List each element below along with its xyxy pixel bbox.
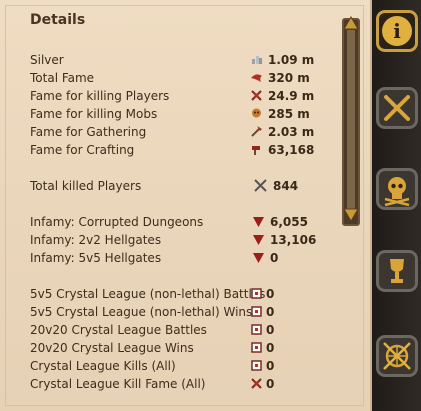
- stat-label: Crystal League Kills (All): [30, 359, 176, 373]
- stat-row-20v20-battles: 20v20 Crystal League Battles 0: [30, 321, 330, 339]
- stat-row-silver: Silver 1.09 m: [30, 51, 330, 69]
- infamy-icon: [253, 217, 264, 227]
- stat-value: 0: [266, 359, 275, 373]
- stat-label: 20v20 Crystal League Wins: [30, 341, 194, 355]
- stat-value: 844: [273, 179, 299, 193]
- stat-label: Fame for killing Mobs: [30, 107, 158, 121]
- infamy-icon: [253, 235, 264, 245]
- stat-value: 63,168: [268, 143, 315, 157]
- stat-value: 1.09 m: [268, 53, 315, 67]
- stat-value: 24.9 m: [268, 89, 315, 103]
- stat-row-killed-players: Total killed Players 844: [30, 177, 330, 195]
- tab-achievements[interactable]: [376, 250, 418, 292]
- crystal-league-icon: [251, 342, 262, 353]
- skull-icon: [384, 177, 410, 207]
- stat-label: Infamy: Corrupted Dungeons: [30, 215, 204, 229]
- stat-label: Fame for Gathering: [30, 125, 147, 139]
- fame-icon: [251, 74, 262, 82]
- stat-label: 5v5 Crystal League (non-lethal) Wins: [30, 305, 253, 319]
- crossed-swords-icon: [384, 95, 410, 121]
- stat-label: Infamy: 2v2 Hellgates: [30, 233, 162, 247]
- crystal-league-icon: [251, 288, 262, 299]
- stat-row-20v20-wins: 20v20 Crystal League Wins 0: [30, 339, 330, 357]
- stat-label: Total Fame: [30, 71, 95, 85]
- stat-row-5v5-battles: 5v5 Crystal League (non-lethal) Battles …: [30, 285, 330, 303]
- trophy-icon: [390, 259, 404, 283]
- crystal-league-icon: [251, 306, 262, 317]
- infamy-icon: [253, 253, 264, 263]
- tab-crystal-league[interactable]: [376, 335, 418, 377]
- stat-row-5v5-wins: 5v5 Crystal League (non-lethal) Wins 0: [30, 303, 330, 321]
- stat-value: 13,106: [270, 233, 317, 247]
- stat-value: 320 m: [268, 71, 310, 85]
- tab-pvp[interactable]: [376, 87, 418, 129]
- stat-label: Fame for killing Players: [30, 89, 170, 103]
- stat-row-fame-crafting: Fame for Crafting 63,168: [30, 141, 330, 159]
- crystal-league-icon: [251, 360, 262, 371]
- details-panel: Details Silver 1.09 m Total Fame 320 m F…: [0, 0, 372, 411]
- gathering-fame-icon: [251, 126, 262, 137]
- stat-label: 5v5 Crystal League (non-lethal) Battles: [30, 287, 266, 301]
- info-icon: i: [382, 16, 412, 46]
- pve-fame-icon: [252, 108, 261, 118]
- scroll-down-arrow-icon[interactable]: [343, 208, 359, 222]
- crystal-league-icon: [251, 324, 262, 335]
- stat-value: 0: [266, 323, 275, 337]
- stat-value: 0: [266, 305, 275, 319]
- stat-label: Fame for Crafting: [30, 143, 135, 157]
- stat-value: 6,055: [270, 215, 308, 229]
- crossed-swords-globe-icon: [383, 342, 411, 370]
- panel-title: Details: [30, 12, 86, 28]
- crossed-swords-icon: [254, 179, 267, 192]
- tab-pve[interactable]: [376, 168, 418, 210]
- scrollbar-thumb[interactable]: [347, 30, 355, 212]
- stat-value: 285 m: [268, 107, 310, 121]
- stat-value: 2.03 m: [268, 125, 315, 139]
- stat-value: 0: [266, 377, 275, 391]
- stat-value: 0: [266, 341, 275, 355]
- stat-row-fame-gathering: Fame for Gathering 2.03 m: [30, 123, 330, 141]
- silver-coin-icon: [252, 56, 262, 64]
- crafting-fame-icon: [252, 146, 260, 155]
- stat-row-cl-kills: Crystal League Kills (All) 0: [30, 357, 330, 375]
- tab-info[interactable]: i: [376, 10, 418, 52]
- stat-row-infamy-2v2: Infamy: 2v2 Hellgates 13,106: [30, 231, 330, 249]
- stat-row-total-fame: Total Fame 320 m: [30, 69, 330, 87]
- scroll-up-arrow-icon[interactable]: [343, 16, 359, 30]
- stat-value: 0: [266, 287, 275, 301]
- svg-text:i: i: [393, 19, 401, 43]
- crystal-fame-icon: [251, 378, 262, 389]
- stat-label: Infamy: 5v5 Hellgates: [30, 251, 162, 265]
- stat-label: Total killed Players: [30, 179, 142, 193]
- stat-row-fame-mobs: Fame for killing Mobs 285 m: [30, 105, 330, 123]
- stat-row-cl-kill-fame: Crystal League Kill Fame (All) 0: [30, 375, 330, 393]
- stat-value: 0: [270, 251, 279, 265]
- stat-row-fame-players: Fame for killing Players 24.9 m: [30, 87, 330, 105]
- stat-label: 20v20 Crystal League Battles: [30, 323, 207, 337]
- stat-label: Silver: [30, 53, 64, 67]
- stat-row-infamy-5v5: Infamy: 5v5 Hellgates 0: [30, 249, 330, 267]
- stat-row-infamy-corrupted: Infamy: Corrupted Dungeons 6,055: [30, 213, 330, 231]
- stat-label: Crystal League Kill Fame (All): [30, 377, 206, 391]
- pvp-fame-icon: [251, 90, 262, 101]
